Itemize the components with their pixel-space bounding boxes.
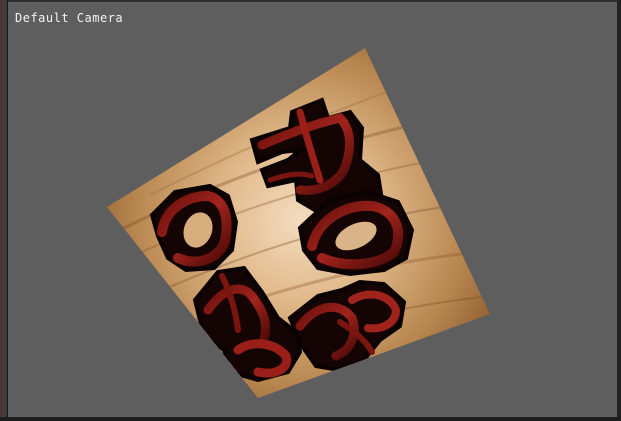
camera-name-label: Default Camera	[15, 11, 124, 25]
scene-render[interactable]	[0, 0, 621, 421]
3d-viewport[interactable]: Default Camera	[0, 0, 621, 421]
